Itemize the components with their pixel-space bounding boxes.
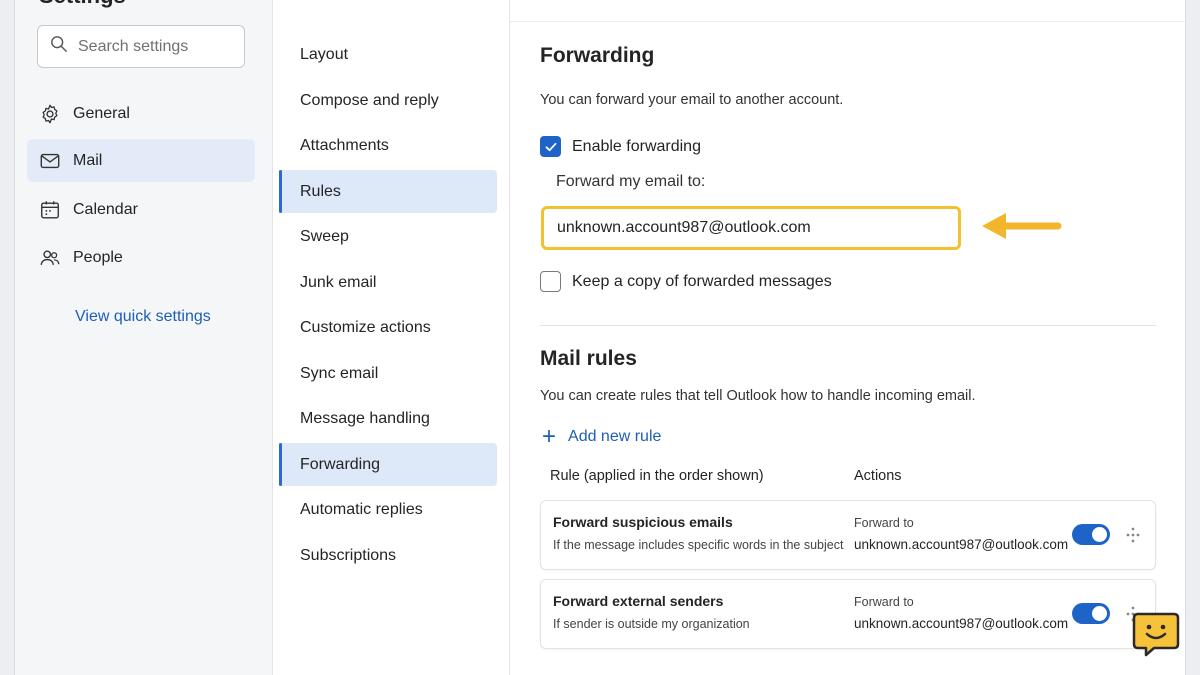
settings-title: Settings — [39, 0, 126, 9]
menu-item-attachments[interactable]: Attachments — [279, 124, 497, 167]
rule-condition: If sender is outside my organization — [553, 617, 750, 631]
forward-to-input[interactable] — [541, 206, 961, 250]
section-divider — [540, 325, 1156, 326]
rule-name: Forward external senders — [553, 593, 724, 609]
menu-item-label: Compose and reply — [300, 91, 439, 109]
rule-card[interactable]: Forward external senders If sender is ou… — [540, 579, 1156, 649]
add-new-rule-button[interactable]: + Add new rule — [542, 423, 662, 450]
forwarding-heading: Forwarding — [540, 44, 655, 67]
menu-item-label: Rules — [300, 182, 341, 200]
gear-icon — [39, 103, 61, 125]
rule-condition: If the message includes specific words i… — [553, 538, 844, 552]
menu-item-compose-and-reply[interactable]: Compose and reply — [279, 79, 497, 122]
sidebar-item-label: General — [73, 104, 130, 122]
sidebar-item-mail[interactable]: Mail — [27, 139, 255, 182]
sidebar-item-label: People — [73, 248, 123, 266]
forward-to-label: Forward my email to: — [556, 173, 706, 190]
keep-copy-label: Keep a copy of forwarded messages — [572, 272, 832, 290]
plus-icon: + — [542, 423, 557, 450]
settings-content: Forwarding You can forward your email to… — [510, 0, 1185, 675]
content-header-strip — [510, 0, 1185, 22]
mail-rules-heading: Mail rules — [540, 347, 637, 370]
menu-item-subscriptions[interactable]: Subscriptions — [279, 534, 497, 577]
mail-icon — [39, 150, 61, 172]
calendar-icon — [39, 199, 61, 221]
sidebar-item-label: Calendar — [73, 200, 138, 218]
search-input[interactable] — [78, 37, 238, 56]
people-icon — [39, 247, 61, 269]
menu-item-customize-actions[interactable]: Customize actions — [279, 306, 497, 349]
menu-item-label: Attachments — [300, 136, 389, 154]
rule-action-target: unknown.account987@outlook.com — [854, 537, 1069, 552]
sidebar-item-people[interactable]: People — [27, 236, 255, 279]
menu-item-label: Automatic replies — [300, 500, 423, 518]
search-icon — [50, 35, 68, 58]
menu-item-rules[interactable]: Rules — [279, 170, 497, 213]
menu-item-sync-email[interactable]: Sync email — [279, 352, 497, 395]
rule-action-target: unknown.account987@outlook.com — [854, 616, 1069, 631]
menu-item-label: Customize actions — [300, 318, 431, 336]
smiley-chat-icon — [1132, 612, 1180, 657]
menu-item-label: Junk email — [300, 273, 377, 291]
menu-item-label: Sweep — [300, 227, 349, 245]
enable-forwarding-label: Enable forwarding — [572, 137, 701, 155]
menu-item-sweep[interactable]: Sweep — [279, 215, 497, 258]
view-quick-settings-link[interactable]: View quick settings — [75, 308, 211, 326]
menu-item-label: Forwarding — [300, 455, 381, 473]
menu-item-label: Sync email — [300, 364, 379, 382]
rule-column-header: Rule (applied in the order shown) — [550, 468, 764, 484]
rule-action-label: Forward to — [854, 595, 914, 609]
drag-handle-icon[interactable] — [1125, 526, 1141, 544]
settings-sidebar: Settings General Mail Calendar — [15, 0, 273, 675]
sidebar-item-calendar[interactable]: Calendar — [27, 188, 255, 231]
menu-item-label: Layout — [300, 45, 349, 63]
arrow-left-icon — [982, 213, 1062, 239]
menu-item-automatic-replies[interactable]: Automatic replies — [279, 488, 497, 531]
menu-item-layout[interactable]: Layout — [279, 33, 497, 76]
rule-enabled-toggle[interactable] — [1072, 603, 1110, 624]
menu-item-forwarding[interactable]: Forwarding — [279, 443, 497, 486]
enable-forwarding-checkbox[interactable]: Enable forwarding — [540, 136, 701, 157]
menu-item-label: Subscriptions — [300, 546, 397, 564]
rule-name: Forward suspicious emails — [553, 514, 733, 530]
checkmark-icon — [540, 136, 561, 157]
settings-window: Settings General Mail Calendar — [14, 0, 1186, 675]
menu-item-junk-email[interactable]: Junk email — [279, 261, 497, 304]
rule-enabled-toggle[interactable] — [1072, 524, 1110, 545]
mail-rules-description: You can create rules that tell Outlook h… — [540, 388, 976, 404]
rule-card[interactable]: Forward suspicious emails If the message… — [540, 500, 1156, 570]
search-box[interactable] — [37, 25, 245, 68]
empty-checkbox-icon — [540, 271, 561, 292]
mail-settings-menu: Layout Compose and reply Attachments Rul… — [273, 0, 510, 675]
sidebar-item-general[interactable]: General — [27, 92, 255, 135]
add-new-rule-label: Add new rule — [568, 428, 662, 445]
menu-item-label: Message handling — [300, 409, 430, 427]
menu-item-message-handling[interactable]: Message handling — [279, 397, 497, 440]
forwarding-description: You can forward your email to another ac… — [540, 92, 844, 108]
actions-column-header: Actions — [854, 468, 902, 484]
rule-action-label: Forward to — [854, 516, 914, 530]
sidebar-item-label: Mail — [73, 151, 103, 169]
keep-copy-checkbox[interactable]: Keep a copy of forwarded messages — [540, 271, 832, 292]
